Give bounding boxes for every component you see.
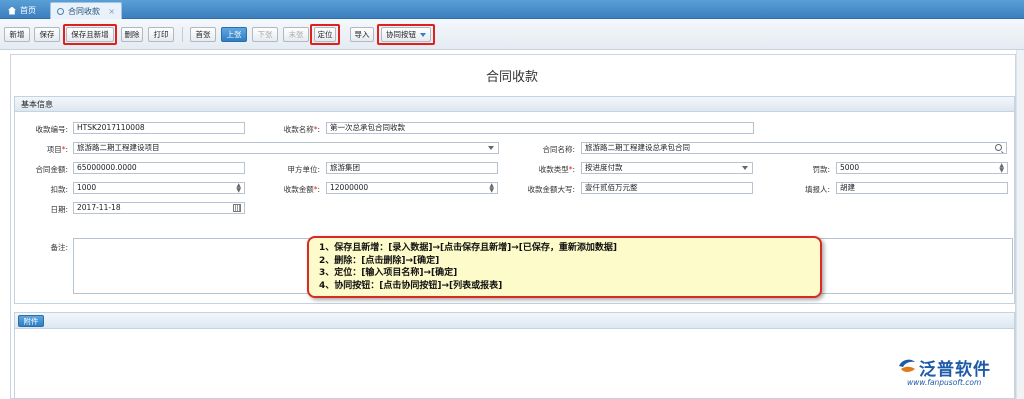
chevron-down-icon [742,166,748,170]
contract-name-field[interactable]: 旅游路二期工程建设总承包合同 [581,142,1007,154]
import-button[interactable]: 导入 [350,27,374,42]
spinner-icon[interactable]: ▲ ▼ [236,183,241,193]
calendar-icon[interactable] [233,204,241,212]
receipt-amount-field[interactable]: 12000000 ▲ ▼ [326,182,498,194]
highlight-collab [377,24,435,45]
tab-contract-receipt-label: 合同收款 [68,6,100,16]
save-button[interactable]: 保存 [34,27,60,42]
tab-bar: 首页 合同收款 × [0,0,1024,19]
search-icon[interactable] [995,144,1002,151]
receipt-name-field[interactable]: 第一次总承包合同收款 [326,122,754,134]
project-label-text: 项目 [46,145,62,154]
receipt-amount-label-text: 收款金额 [283,185,314,194]
close-icon[interactable]: × [108,7,115,16]
callout-line: 4、协同按钮：[点击协同按钮]→[列表或报表] [319,280,503,291]
required-mark: * [313,125,318,134]
tab-contract-receipt[interactable]: 合同收款 × [50,2,122,19]
brand-logo: 泛普软件 www.fanpusoft.com [895,355,1015,395]
brand-name: 泛普软件 [919,360,991,380]
amount-upper-label: 收款金额大写: [527,185,575,194]
party-a-field[interactable]: 旅游集团 [326,162,498,174]
project-select-value: 旅游路二期工程建设项目 [77,143,160,152]
highlight-save-and-add [63,24,117,45]
tab-home-label: 首页 [20,6,36,15]
deduction-label: 扣款: [50,185,68,194]
spinner-icon[interactable]: ▲ ▼ [999,163,1004,173]
party-a-label: 甲方单位: [287,165,320,174]
penalty-field[interactable]: 5000 ▲ ▼ [836,162,1008,174]
attachment-button[interactable]: 附件 [18,315,44,327]
amount-upper-field[interactable]: 壹仟贰佰万元整 [581,182,753,194]
vertical-scrollbar[interactable] [1016,50,1024,399]
project-select[interactable]: 旅游路二期工程建设项目 [73,142,499,154]
delete-button[interactable]: 删除 [121,27,143,42]
attachment-area [14,329,1015,399]
page-title: 合同收款 [485,70,538,85]
instruction-callout: 1、保存且新增：[录入数据]→[点击保存且新增]→[已保存，重新添加数据] 2、… [307,236,822,298]
date-label: 日期: [50,205,68,214]
attachment-header: 附件 [14,312,1015,329]
document-icon [57,7,64,15]
tab-home[interactable]: 首页 [2,2,48,19]
home-icon [8,6,16,15]
brand-url: www.fanpusoft.com [907,378,982,387]
receipt-name-label: 收款名称*: [283,125,320,134]
required-mark: * [61,145,66,154]
prev-button[interactable]: 上张 [221,27,247,42]
callout-line: 1、保存且新增：[录入数据]→[点击保存且新增]→[已保存，重新添加数据] [319,243,618,253]
project-label: 项目*: [46,145,68,154]
highlight-locate [310,24,340,45]
receipt-amount-value: 12000000 [330,183,369,192]
penalty-label: 罚款: [812,165,830,174]
receipt-type-select[interactable]: 按进度付款 [581,162,753,174]
penalty-value: 5000 [840,163,860,172]
contract-name-value: 旅游路二期工程建设总承包合同 [585,143,690,152]
remark-label: 备注: [50,243,68,252]
receipt-type-label: 收款类型*: [538,165,575,174]
receipt-no-label: 收款编号: [35,125,68,134]
required-mark: * [313,185,318,194]
last-button[interactable]: 末张 [283,27,309,42]
deduction-value: 1000 [77,183,97,192]
contract-name-label: 合同名称: [542,145,575,154]
brand-mark-icon [899,359,915,372]
first-button[interactable]: 首张 [190,27,216,42]
add-button[interactable]: 新增 [4,27,30,42]
next-button[interactable]: 下张 [252,27,278,42]
chevron-down-icon [488,146,494,150]
receipt-type-label-text: 收款类型 [538,165,569,174]
filler-field[interactable]: 胡建 [836,182,1008,194]
date-field[interactable]: 2017-11-18 [73,202,245,214]
receipt-amount-label: 收款金额*: [283,185,320,194]
toolbar: 新增 保存 保存且新增 删除 打印 首张 上张 下张 末张 定位 导入 协同按钮 [0,19,1024,50]
receipt-name-label-text: 收款名称 [283,125,314,134]
date-value: 2017-11-18 [77,203,121,212]
receipt-type-value: 按进度付款 [585,163,623,172]
receipt-no-field[interactable]: HTSK2017110008 [73,122,245,134]
spinner-icon[interactable]: ▲ ▼ [489,183,494,193]
section-basic-info-header: 基本信息 [14,96,1015,112]
print-button[interactable]: 打印 [148,27,174,42]
contract-amount-label: 合同金额: [35,165,68,174]
toolbar-divider [182,27,183,42]
contract-amount-field[interactable]: 65000000.0000 [73,162,245,174]
deduction-field[interactable]: 1000 ▲ ▼ [73,182,245,194]
callout-line: 2、删除：[点击删除]→[确定] [319,255,440,266]
filler-label: 填报人: [804,185,830,194]
required-mark: * [568,165,573,174]
callout-line: 3、定位：[输入项目名称]→[确定] [319,268,458,278]
